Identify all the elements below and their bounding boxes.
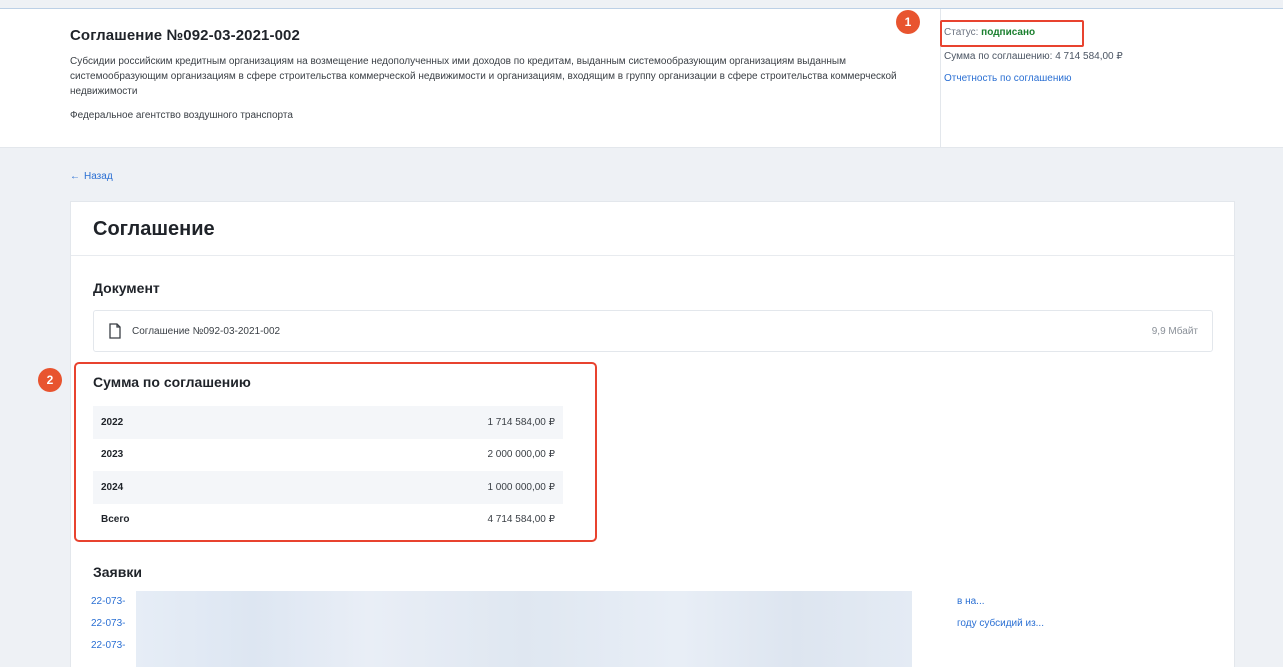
request-title-tail: году субсидий из... [957, 618, 1044, 629]
sum-amount: 2 000 000,00 ₽ [487, 449, 555, 461]
arrow-left-icon: ← [70, 171, 80, 182]
card-title: Соглашение [93, 218, 215, 240]
document-name: Соглашение №092-03-2021-002 [132, 325, 281, 337]
requests-section-title: Заявки [93, 564, 142, 580]
sum-year: 2022 [93, 406, 257, 439]
document-section-title: Документ [93, 280, 160, 296]
status-line: Статус: подписано [940, 20, 1274, 47]
request-code: 22-073- [91, 640, 126, 651]
agreement-header: Соглашение №092-03-2021-002 Субсидии рос… [0, 9, 1283, 148]
request-title-tail: в на... [957, 596, 985, 607]
agency-name: Федеральное агентство воздушного транспо… [70, 110, 293, 121]
sum-section-title: Сумма по соглашению [93, 374, 251, 390]
status-highlight-box [940, 20, 1084, 47]
sum-year: 2023 [101, 449, 124, 461]
agreement-card: Соглашение Документ Соглашение №092-03-2… [70, 201, 1235, 667]
agreement-info: Соглашение №092-03-2021-002 Субсидии рос… [70, 27, 930, 121]
sum-table: 2022 1 714 584,00 ₽ 2023 2 000 000,00 ₽ … [93, 406, 563, 536]
annotation-badge-1: 1 [896, 10, 920, 34]
back-link-label: Назад [84, 171, 113, 182]
document-row[interactable]: Соглашение №092-03-2021-002 9,9 Мбайт [93, 310, 1213, 352]
card-header: Соглашение [71, 202, 1234, 256]
sum-amount: 1 000 000,00 ₽ [256, 471, 563, 504]
table-row: 2022 1 714 584,00 ₽ [93, 406, 563, 439]
table-row: Всего 4 714 584,00 ₽ [93, 504, 563, 537]
request-code: 22-073- [91, 618, 126, 629]
table-row: 2024 1 000 000,00 ₽ [93, 471, 563, 504]
agreement-title: Соглашение №092-03-2021-002 [70, 27, 300, 44]
agreement-sum: Сумма по соглашению: 4 714 584,00 ₽ [944, 51, 1123, 62]
report-link[interactable]: Отчетность по соглашению [944, 73, 1274, 84]
sum-year: 2024 [93, 471, 257, 504]
document-size: 9,9 Мбайт [1151, 325, 1198, 337]
sum-total-amount: 4 714 584,00 ₽ [487, 514, 555, 526]
redacted-area [136, 591, 912, 667]
request-code: 22-073- [91, 596, 126, 607]
file-icon [109, 323, 121, 339]
agreement-description: Субсидии российским кредитным организаци… [70, 56, 897, 97]
annotation-badge-2: 2 [38, 368, 62, 392]
table-row: 2023 2 000 000,00 ₽ [93, 439, 563, 472]
agreement-summary: Статус: подписано Сумма по соглашению: 4… [940, 20, 1274, 84]
sum-total-label: Всего [101, 514, 130, 526]
back-link[interactable]: ← Назад [70, 171, 113, 182]
sum-amount: 1 714 584,00 ₽ [256, 406, 563, 439]
